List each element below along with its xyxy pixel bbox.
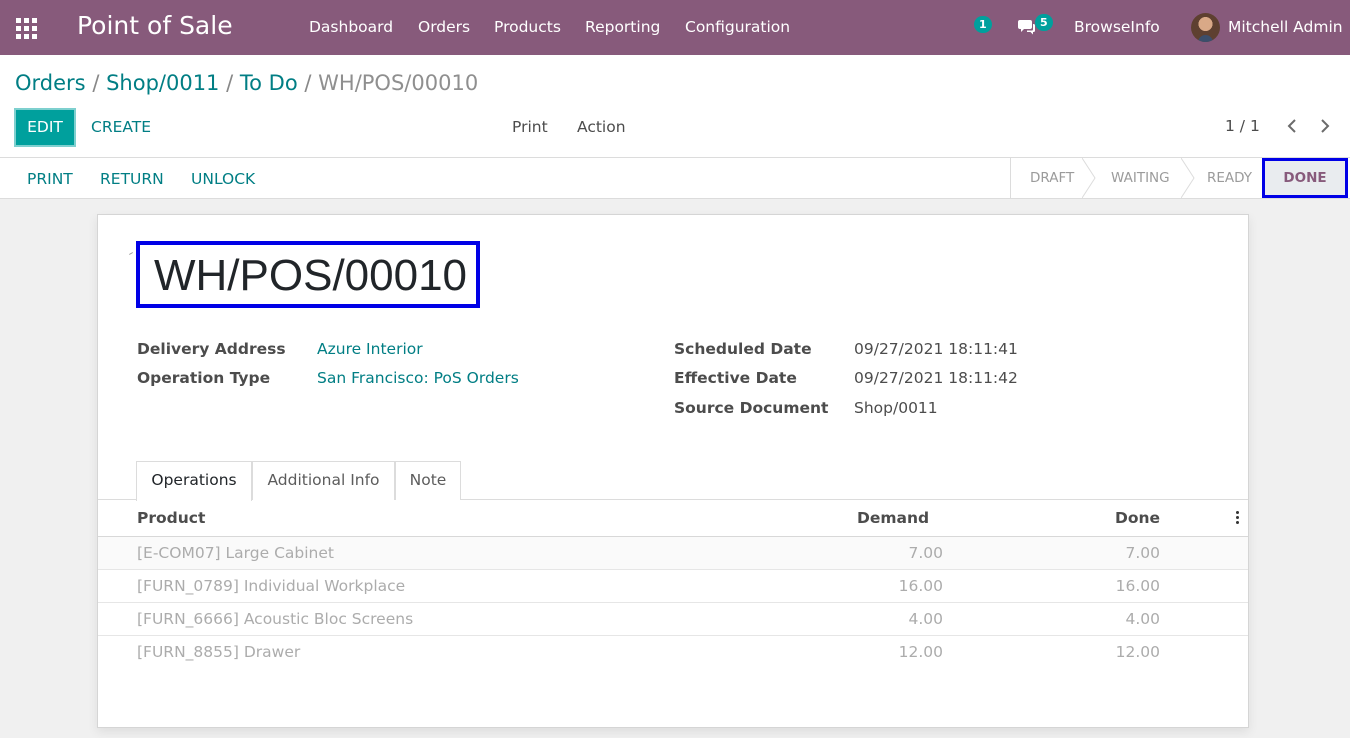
breadcrumb-todo[interactable]: To Do [240, 71, 298, 95]
status-bar: PRINT RETURN UNLOCK DRAFT WAITING READY [0, 158, 1350, 199]
stage-done[interactable]: DONE [1262, 158, 1348, 198]
menu-reporting[interactable]: Reporting [585, 18, 660, 36]
row-demand: 12.00 [898, 643, 943, 661]
unlock-button[interactable]: UNLOCK [191, 170, 255, 188]
breadcrumb-separator: / [304, 71, 312, 95]
priority-marker [129, 252, 133, 255]
table-row[interactable]: [FURN_6666] Acoustic Bloc Screens 4.00 4… [98, 602, 1248, 635]
chevron-right-icon[interactable] [1319, 118, 1331, 134]
stage-separator [1181, 158, 1195, 198]
tab-note[interactable]: Note [395, 461, 461, 500]
return-button[interactable]: RETURN [100, 170, 164, 188]
table-row[interactable]: [FURN_0789] Individual Workplace 16.00 1… [98, 569, 1248, 602]
activity-badge[interactable]: 1 [974, 16, 992, 33]
stage-pipeline: DRAFT WAITING READY [1010, 158, 1262, 198]
column-demand[interactable]: Demand [857, 509, 929, 527]
source-document-label: Source Document [674, 399, 829, 417]
user-menu[interactable]: Mitchell Admin [1228, 18, 1343, 36]
pager-value[interactable]: 1 / 1 [1225, 117, 1260, 135]
column-done[interactable]: Done [1115, 509, 1160, 527]
row-product: [E-COM07] Large Cabinet [137, 544, 334, 562]
breadcrumb-shop[interactable]: Shop/0011 [106, 71, 219, 95]
breadcrumb: Orders / Shop/0011 / To Do / WH/POS/0001… [15, 71, 478, 95]
breadcrumb-separator: / [226, 71, 234, 95]
avatar[interactable] [1191, 13, 1220, 42]
form-sheet: WH/POS/00010 Delivery Address Azure Inte… [97, 214, 1249, 728]
stage-separator [1082, 158, 1096, 198]
print-dropdown[interactable]: Print [512, 118, 548, 136]
vertical-dots-icon[interactable] [1236, 511, 1240, 525]
edit-button[interactable]: EDIT [14, 108, 76, 147]
delivery-address-label: Delivery Address [137, 340, 286, 358]
table-row[interactable]: [FURN_8855] Drawer 12.00 12.00 [98, 635, 1248, 668]
stage-ready[interactable]: READY [1207, 170, 1252, 186]
scheduled-date-label: Scheduled Date [674, 340, 812, 358]
record-title: WH/POS/00010 [154, 251, 468, 300]
row-done: 4.00 [1125, 610, 1160, 628]
row-done: 12.00 [1115, 643, 1160, 661]
apps-grid-icon[interactable] [16, 18, 37, 39]
chevron-left-icon[interactable] [1286, 118, 1298, 134]
create-button[interactable]: CREATE [91, 118, 151, 136]
top-navbar: Point of Sale Dashboard Orders Products … [0, 0, 1350, 55]
breadcrumb-current: WH/POS/00010 [318, 71, 479, 95]
breadcrumb-orders[interactable]: Orders [15, 71, 86, 95]
operation-type-value[interactable]: San Francisco: PoS Orders [317, 369, 519, 387]
menu-products[interactable]: Products [494, 18, 561, 36]
stage-draft[interactable]: DRAFT [1030, 170, 1074, 186]
menu-dashboard[interactable]: Dashboard [309, 18, 393, 36]
record-title-highlight: WH/POS/00010 [136, 241, 480, 308]
tab-additional-info[interactable]: Additional Info [252, 461, 395, 500]
row-product: [FURN_6666] Acoustic Bloc Screens [137, 610, 414, 628]
tab-operations[interactable]: Operations [136, 461, 252, 501]
row-demand: 4.00 [908, 610, 943, 628]
control-panel: Orders / Shop/0011 / To Do / WH/POS/0001… [0, 55, 1350, 158]
effective-date-label: Effective Date [674, 369, 797, 387]
row-done: 7.00 [1125, 544, 1160, 562]
company-switcher[interactable]: BrowseInfo [1074, 18, 1160, 36]
row-done: 16.00 [1115, 577, 1160, 595]
chat-bubbles-icon[interactable] [1018, 19, 1035, 35]
row-product: [FURN_0789] Individual Workplace [137, 577, 406, 595]
menu-orders[interactable]: Orders [418, 18, 470, 36]
source-document-value: Shop/0011 [854, 399, 938, 417]
operation-type-label: Operation Type [137, 369, 271, 387]
row-product: [FURN_8855] Drawer [137, 643, 301, 661]
delivery-address-value[interactable]: Azure Interior [317, 340, 423, 358]
print-button[interactable]: PRINT [27, 170, 73, 188]
row-demand: 16.00 [898, 577, 943, 595]
messages-badge[interactable]: 5 [1035, 14, 1053, 31]
menu-configuration[interactable]: Configuration [685, 18, 790, 36]
row-demand: 7.00 [908, 544, 943, 562]
app-title[interactable]: Point of Sale [77, 11, 233, 40]
column-product[interactable]: Product [137, 509, 205, 527]
action-dropdown[interactable]: Action [577, 118, 626, 136]
effective-date-value: 09/27/2021 18:11:42 [854, 369, 1018, 387]
scheduled-date-value: 09/27/2021 18:11:41 [854, 340, 1018, 358]
table-row[interactable]: [E-COM07] Large Cabinet 7.00 7.00 [98, 536, 1248, 569]
stage-waiting[interactable]: WAITING [1111, 170, 1170, 186]
breadcrumb-separator: / [92, 71, 100, 95]
